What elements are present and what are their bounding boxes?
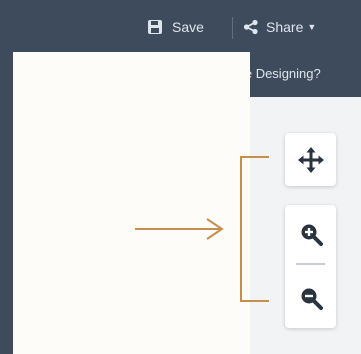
pan-button[interactable] (285, 133, 336, 186)
share-icon (243, 19, 259, 35)
zoom-out-button[interactable] (285, 267, 336, 328)
floppy-disk-icon (147, 19, 163, 35)
save-button[interactable]: Save (147, 18, 204, 36)
annotation-bracket (240, 156, 269, 302)
left-sidebar-edge (0, 52, 13, 354)
share-button[interactable]: Share ▼ (243, 18, 316, 36)
zoom-divider (296, 263, 325, 265)
annotation-arrow (135, 218, 225, 240)
save-label: Save (172, 19, 204, 35)
top-toolbar: Save Share ▼ (0, 0, 361, 52)
move-arrows-icon (297, 146, 324, 173)
zoom-in-icon (299, 222, 323, 246)
design-canvas[interactable] (13, 52, 250, 354)
share-label: Share (266, 19, 304, 35)
zoom-control (285, 205, 336, 328)
chevron-down-icon: ▼ (307, 22, 317, 32)
zoom-in-button[interactable] (285, 205, 336, 263)
zoom-out-icon (299, 286, 323, 310)
toolbar-divider (232, 17, 233, 39)
pan-control (285, 133, 336, 186)
